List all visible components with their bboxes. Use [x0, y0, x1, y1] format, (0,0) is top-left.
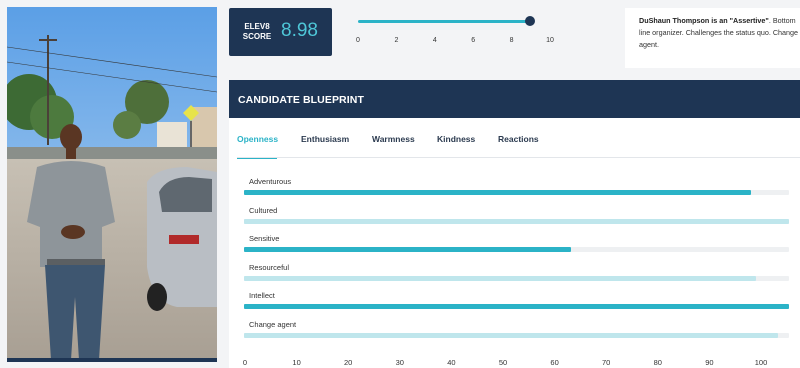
axis-tick-label: 80	[653, 358, 662, 367]
trait-bar-track	[244, 304, 789, 309]
score-slider-thumb	[525, 16, 536, 26]
tab-warmness[interactable]: Warmness	[372, 134, 415, 144]
description-headline: DuShaun Thompson is an "Assertive"	[639, 16, 769, 25]
trait-bar-track	[244, 247, 789, 252]
tab-openness[interactable]: Openness	[237, 134, 278, 144]
slider-tick-label: 8	[509, 37, 514, 44]
tab-enthusiasm[interactable]: Enthusiasm	[301, 134, 349, 144]
trait-bar-fill	[244, 190, 751, 195]
slider-tick-label: 6	[471, 37, 476, 44]
trait-label-resourceful: Resourceful	[249, 262, 290, 272]
trait-label-cultured: Cultured	[249, 205, 278, 215]
video-frame-image	[7, 7, 217, 360]
score-label-line1: ELEV8	[244, 22, 270, 31]
candidate-dashboard: ELEV8 SCORE 8.98 0 2 4 6 8 10 DuShaun Thompso…	[0, 0, 800, 368]
tab-kindness[interactable]: Kindness	[437, 134, 475, 144]
trait-bar-track	[244, 275, 789, 281]
elev8-score-card: ELEV8 SCORE 8.98	[229, 8, 332, 56]
score-slider: 0 2 4 6 8 10	[340, 8, 620, 60]
trait-bar-fill	[244, 218, 789, 224]
blueprint-header: CANDIDATE BLUEPRINT	[229, 80, 800, 118]
slider-tick-label: 2	[394, 37, 399, 44]
personality-description: DuShaun Thompson is an "Assertive". Bott…	[625, 8, 800, 68]
axis-tick-label: 20	[344, 358, 353, 367]
trait-label-change-agent: Change agent	[249, 319, 297, 329]
axis-tick-label: 90	[705, 358, 714, 367]
score-label-line2: SCORE	[242, 32, 272, 41]
trait-label-sensitive: Sensitive	[249, 234, 280, 243]
trait-bar-fill	[244, 275, 757, 281]
axis-tick-label: 0	[242, 358, 248, 367]
trait-bar-fill	[244, 332, 779, 338]
trait-label-intellect: Intellect	[249, 291, 275, 300]
axis-tick-label: 60	[550, 358, 559, 367]
slider-tick-label: 0	[356, 37, 360, 44]
blueprint-panel: Openness Enthusiasm Warmness Kindness Reacti…	[229, 118, 800, 368]
trait-bar-fill	[244, 304, 789, 309]
axis-tick-label: 40	[447, 358, 456, 367]
blueprint-title: CANDIDATE BLUEPRINT	[238, 94, 364, 106]
axis-tick-label: 10	[292, 358, 301, 367]
video-progress-bar[interactable]	[7, 358, 217, 362]
tabs-divider	[237, 157, 800, 158]
trait-bar-track	[244, 332, 789, 338]
tab-reactions[interactable]: Reactions	[498, 134, 539, 144]
candidate-video[interactable]	[7, 7, 217, 360]
axis-tick-label: 50	[498, 358, 508, 367]
score-value: 8.98	[281, 20, 318, 41]
slider-tick-label: 4	[432, 37, 437, 44]
slider-tick-label: 10	[546, 37, 554, 44]
score-slider-track	[358, 20, 531, 23]
trait-label-adventurous: Adventurous	[249, 177, 292, 186]
video-progress-fill	[7, 358, 217, 362]
axis-tick-label: 70	[602, 358, 611, 367]
score-label: ELEV8 SCORE	[237, 22, 277, 42]
axis-tick-label: 30	[395, 358, 404, 367]
axis-tick-label: 100	[754, 358, 768, 367]
trait-bar-track	[244, 190, 789, 195]
trait-bar-fill	[244, 247, 571, 252]
trait-bar-track	[244, 218, 789, 224]
